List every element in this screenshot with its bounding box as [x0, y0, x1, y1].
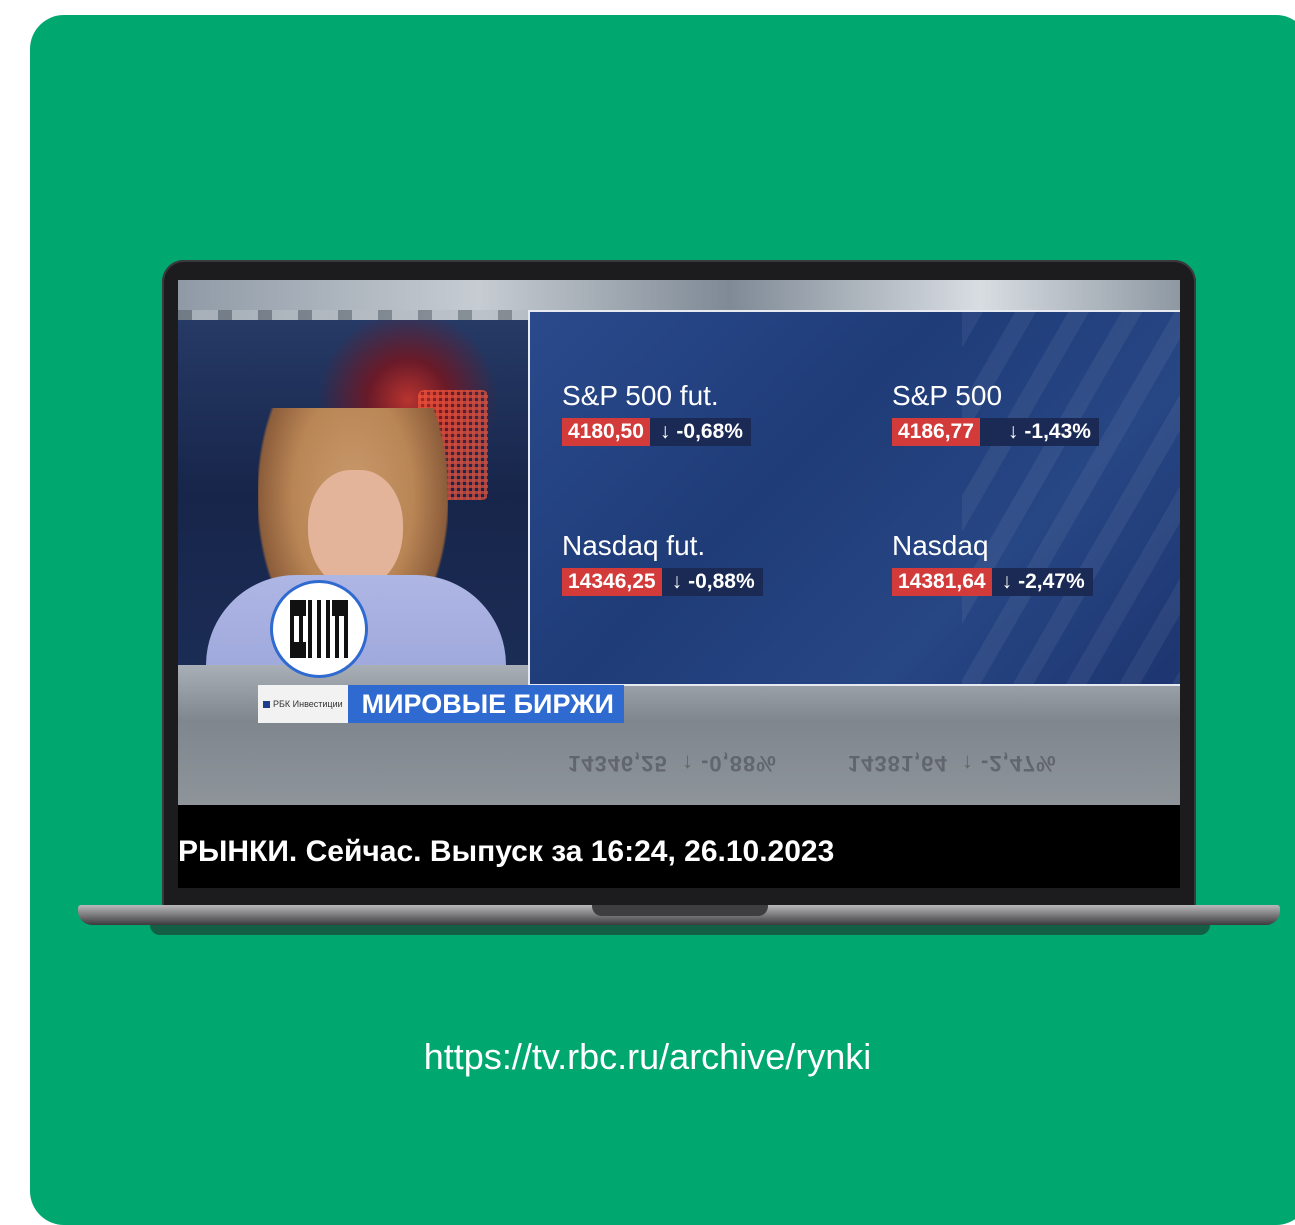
index-change: ↓ -1,43% [979, 418, 1099, 446]
video-screen[interactable]: 14346,25 ↑ -0,88% 14381,64 ↑ -2,47% S&P … [178, 280, 1180, 888]
arrow-down-icon: ↓ [671, 570, 683, 593]
qr-badge[interactable] [270, 580, 368, 678]
caption-bar: РЫНКИ. Сейчас. Выпуск за 16:24, 26.10.20… [178, 805, 1180, 888]
index-sp500: S&P 500 4186,77 ↓ -1,43% [892, 380, 1099, 446]
panel-decoration [962, 312, 1180, 684]
brand-icon [263, 700, 270, 708]
index-change-value: -0,88% [688, 570, 755, 593]
index-value: 14381,64 [892, 568, 992, 596]
index-value: 4180,50 [562, 418, 650, 446]
brand-label: РБК Инвестиции [273, 699, 343, 709]
index-value: 4186,77 [892, 418, 980, 446]
laptop-shadow [150, 925, 1210, 935]
index-change: ↓ -0,68% [649, 418, 751, 446]
index-change-value: -2,47% [1018, 570, 1085, 593]
index-nasdaq-fut: Nasdaq fut. 14346,25 ↓ -0,88% [562, 530, 763, 596]
index-value: 14346,25 [562, 568, 662, 596]
anchor-face [308, 470, 403, 590]
arrow-down-icon: ↓ [659, 420, 671, 443]
arrow-down-icon: ↓ [1007, 420, 1019, 443]
market-panel: S&P 500 fut. 4180,50 ↓ -0,68% S&P 500 418… [528, 310, 1180, 686]
lower-third: РБК Инвестиции МИРОВЫЕ БИРЖИ [258, 685, 624, 723]
arrow-down-icon: ↓ [1001, 570, 1013, 593]
index-name: S&P 500 fut. [562, 380, 719, 411]
index-change-value: -1,43% [1024, 420, 1091, 443]
index-nasdaq: Nasdaq 14381,64 ↓ -2,47% [892, 530, 1093, 596]
qr-code-icon [290, 600, 348, 658]
index-change-value: -0,68% [676, 420, 743, 443]
index-name: Nasdaq [892, 530, 989, 561]
desk-reflection: 14346,25 ↑ -0,88% 14381,64 ↑ -2,47% [568, 751, 1057, 776]
video-caption: РЫНКИ. Сейчас. Выпуск за 16:24, 26.10.20… [178, 835, 835, 868]
index-change: ↓ -0,88% [661, 568, 763, 596]
index-name: Nasdaq fut. [562, 530, 706, 561]
archive-link[interactable]: https://tv.rbc.ru/archive/rynki [0, 1036, 1295, 1078]
index-change: ↓ -2,47% [991, 568, 1093, 596]
strap-title: МИРОВЫЕ БИРЖИ [347, 685, 624, 723]
index-name: S&P 500 [892, 380, 1003, 411]
brand-logo: РБК Инвестиции [258, 685, 348, 723]
index-sp500-fut: S&P 500 fut. 4180,50 ↓ -0,68% [562, 380, 751, 446]
laptop-notch [592, 905, 768, 916]
